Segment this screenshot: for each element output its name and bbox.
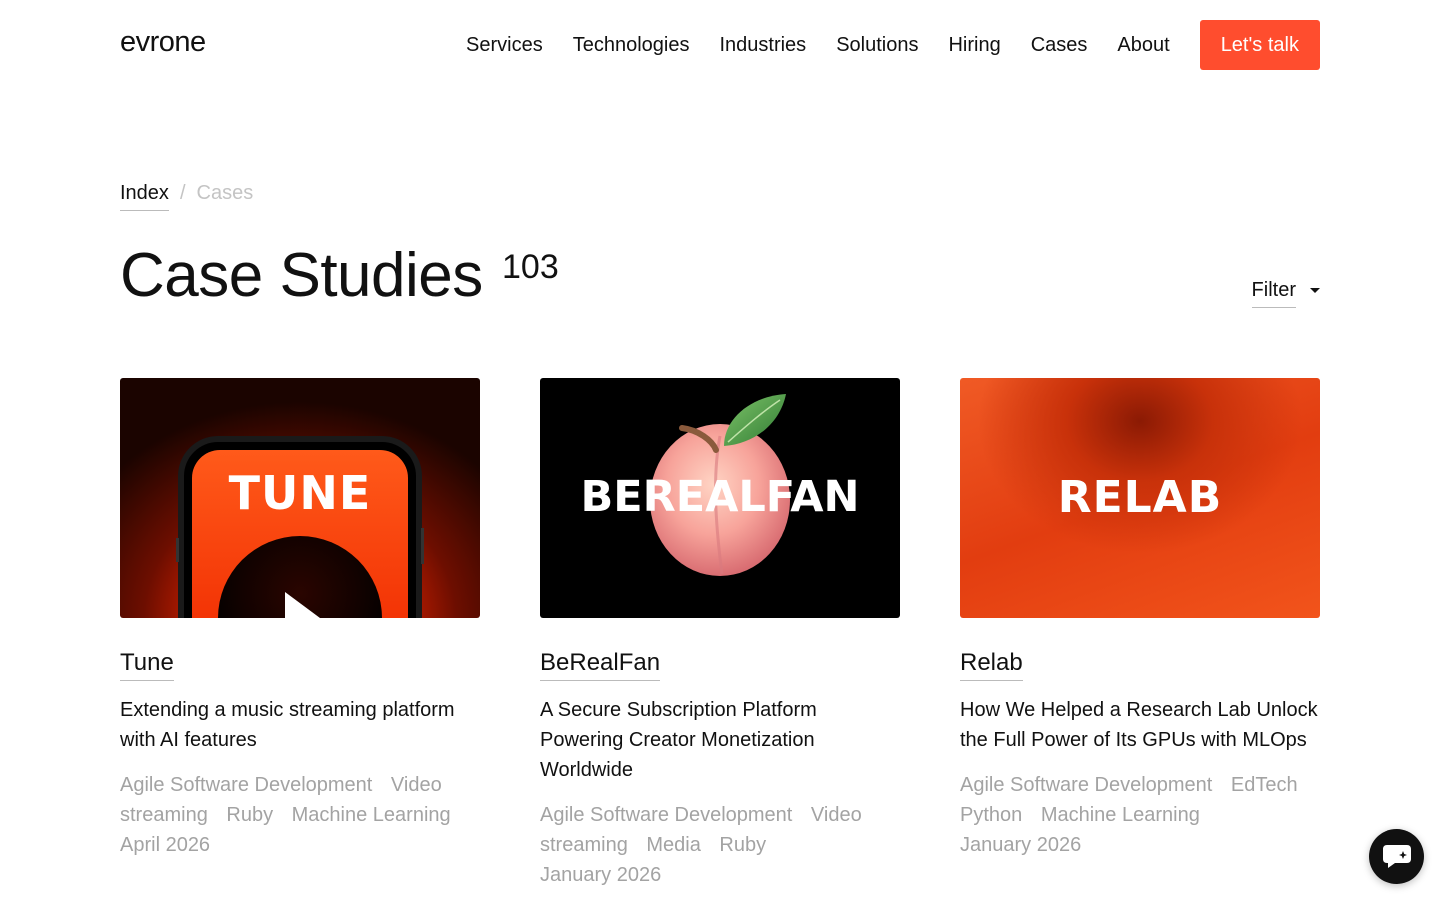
nav-cases[interactable]: Cases: [1031, 34, 1088, 57]
case-image-berealfan[interactable]: BEREALFAN: [540, 378, 900, 618]
tag[interactable]: Agile Software Development: [540, 804, 792, 826]
caret-down-icon: [1310, 288, 1320, 293]
chat-bubble-icon: [1382, 844, 1411, 868]
breadcrumb-index-link[interactable]: Index: [120, 182, 169, 211]
case-card-tune: TUNE Tune Extending a music streaming pl…: [120, 378, 480, 860]
case-card-relab: RELAB Relab How We Helped a Research Lab…: [960, 378, 1320, 860]
nav-industries[interactable]: Industries: [719, 34, 806, 57]
nav-about[interactable]: About: [1117, 34, 1169, 57]
tag[interactable]: Python: [960, 804, 1022, 826]
tag[interactable]: Media: [646, 834, 700, 856]
tag[interactable]: Ruby: [719, 834, 766, 856]
case-date: April 2026: [120, 834, 211, 856]
case-tags: Agile Software Development Video streami…: [540, 800, 900, 860]
case-image-tune[interactable]: TUNE: [120, 378, 480, 618]
page-title: Case Studies: [120, 241, 483, 310]
case-title-link[interactable]: Relab: [960, 649, 1023, 681]
tag[interactable]: Machine Learning: [1041, 804, 1200, 826]
breadcrumb-separator: /: [179, 182, 186, 204]
case-title-link[interactable]: BeRealFan: [540, 649, 661, 681]
chat-button[interactable]: [1369, 829, 1424, 884]
nav-services[interactable]: Services: [466, 34, 543, 57]
case-description: How We Helped a Research Lab Unlock the …: [960, 699, 1318, 751]
tag[interactable]: Machine Learning: [292, 804, 451, 826]
tag[interactable]: Agile Software Development: [960, 774, 1212, 796]
lets-talk-button[interactable]: Let's talk: [1199, 20, 1320, 70]
case-date: January 2026: [540, 864, 662, 886]
berealfan-wordmark: BEREALFAN: [580, 472, 860, 522]
filter-label: Filter: [1251, 279, 1296, 308]
tag[interactable]: Agile Software Development: [120, 774, 372, 796]
case-description: Extending a music streaming platform wit…: [120, 699, 455, 751]
tag[interactable]: EdTech: [1231, 774, 1298, 796]
breadcrumb: Index / Cases: [120, 182, 253, 211]
tune-wordmark: TUNE: [228, 466, 372, 520]
case-description: A Secure Subscription Platform Powering …: [540, 699, 817, 781]
case-tags: Agile Software Development EdTech Python…: [960, 770, 1320, 830]
case-count: 103: [502, 248, 559, 286]
tag[interactable]: Ruby: [226, 804, 273, 826]
filter-dropdown[interactable]: Filter: [1251, 279, 1320, 308]
case-image-relab[interactable]: RELAB: [960, 378, 1320, 618]
breadcrumb-current: Cases: [196, 182, 254, 204]
case-title-link[interactable]: Tune: [120, 649, 174, 681]
evrone-logo[interactable]: evrone: [120, 26, 206, 59]
nav-technologies[interactable]: Technologies: [573, 34, 690, 57]
case-card-berealfan: BEREALFAN BeRealFan A Secure Subscriptio…: [540, 378, 900, 890]
site-header: evrone Services Technologies Industries …: [0, 0, 1440, 90]
nav-solutions[interactable]: Solutions: [836, 34, 918, 57]
relab-wordmark: RELAB: [1057, 472, 1223, 523]
case-date: January 2026: [960, 834, 1082, 856]
nav-hiring[interactable]: Hiring: [948, 34, 1000, 57]
main-nav: Services Technologies Industries Solutio…: [466, 20, 1320, 70]
case-tags: Agile Software Development Video streami…: [120, 770, 480, 830]
